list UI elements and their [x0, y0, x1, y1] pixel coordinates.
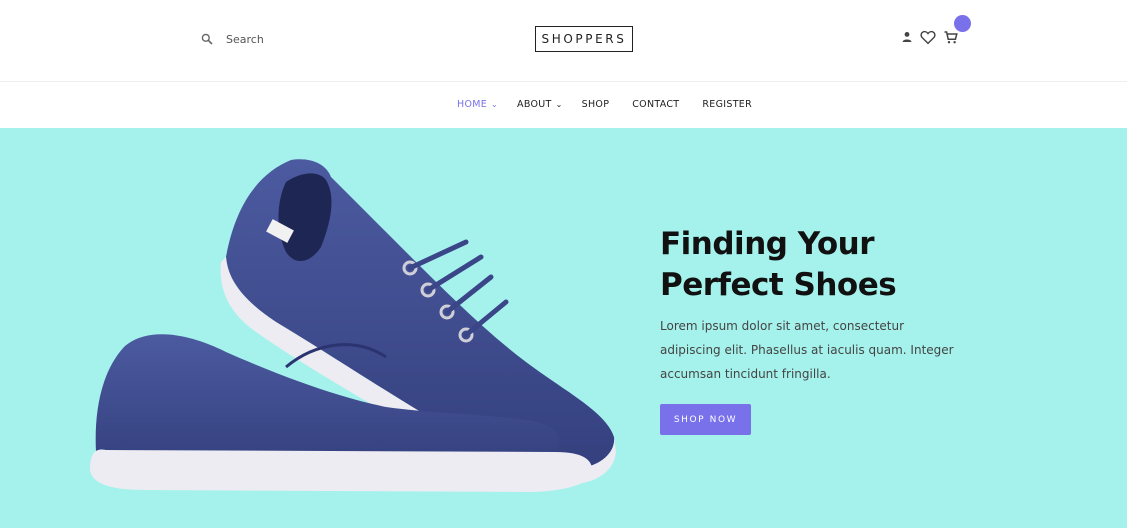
site-header: SHOPPERS [0, 0, 1127, 82]
nav-list: HOME ⌄ ABOUT ⌄ SHOP CONTACT REGISTER [457, 99, 752, 110]
hero-description: Lorem ipsum dolor sit amet, consectetur … [660, 319, 954, 381]
hero-title-line-1: Finding Your [660, 226, 875, 262]
nav-item-label: CONTACT [632, 99, 680, 110]
heart-icon[interactable] [920, 30, 936, 45]
cart-icon[interactable] [943, 29, 959, 45]
search-input[interactable] [226, 32, 346, 46]
search-bar [200, 30, 346, 48]
cart-badge[interactable] [954, 15, 971, 32]
user-icon[interactable] [901, 31, 913, 43]
header-icons [901, 28, 959, 46]
shop-now-button[interactable]: SHOP NOW [660, 404, 751, 435]
nav-item-label: REGISTER [702, 99, 753, 110]
chevron-down-icon: ⌄ [491, 100, 499, 109]
hero-title: Finding Your Perfect Shoes [660, 224, 960, 306]
search-icon[interactable] [200, 32, 214, 46]
nav-item-label: HOME [457, 99, 488, 110]
nav-item-contact[interactable]: CONTACT [632, 99, 679, 110]
nav-item-about[interactable]: ABOUT ⌄ [517, 99, 563, 110]
nav-item-label: ABOUT [517, 99, 552, 110]
nav-item-register[interactable]: REGISTER [702, 99, 752, 110]
sneakers-image [90, 159, 616, 492]
nav-item-home[interactable]: HOME ⌄ [457, 99, 498, 110]
hero-title-line-2: Perfect Shoes [660, 267, 897, 303]
nav-item-shop[interactable]: SHOP [582, 99, 610, 110]
site-logo[interactable]: SHOPPERS [535, 26, 633, 52]
nav-item-label: SHOP [581, 99, 610, 110]
chevron-down-icon: ⌄ [555, 100, 563, 109]
hero-section: Finding Your Perfect Shoes Lorem ipsum d… [0, 128, 1127, 528]
